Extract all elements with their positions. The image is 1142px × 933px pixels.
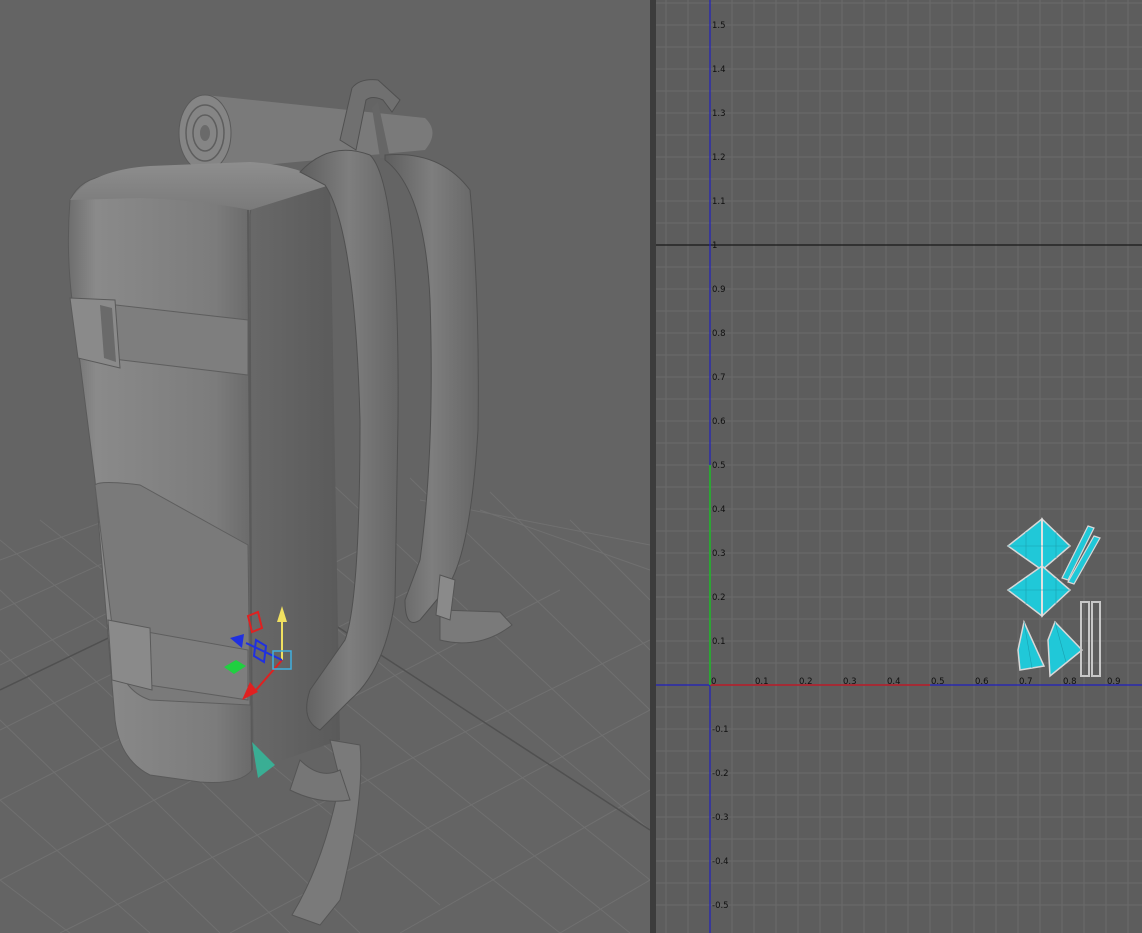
v-tick-label: 0.6 — [712, 417, 726, 427]
v-tick-label: 1 — [712, 241, 717, 251]
u-tick-label: 0.2 — [799, 677, 813, 687]
v-tick-label: 1.3 — [712, 109, 726, 119]
v-tick-label: -0.5 — [712, 901, 729, 911]
uv-shell-fans[interactable] — [1017, 619, 1084, 678]
v-tick-label: 0.3 — [712, 549, 726, 559]
v-tick-label: -0.2 — [712, 769, 729, 779]
uv-shell-diamond-bottom[interactable] — [1006, 564, 1072, 618]
v-tick-label: -0.3 — [712, 813, 729, 823]
v-tick-label: 0.1 — [712, 637, 726, 647]
u-tick-label: 0 — [711, 677, 716, 687]
u-tick-label: 0.4 — [887, 677, 901, 687]
u-tick-label: 0.5 — [931, 677, 945, 687]
shoulder-strap-inner — [384, 153, 479, 623]
v-tick-label: -0.1 — [712, 725, 729, 735]
uv-shell-diamond-top[interactable] — [1006, 517, 1072, 572]
v-tick-label: -0.4 — [712, 857, 729, 867]
u-tick-label: 0.1 — [755, 677, 769, 687]
uv-canvas[interactable]: 1.5 1.4 1.3 1.2 1.1 1 0.9 0.8 0.7 0.6 0.5 0.4 0.3 0.2… — [656, 0, 1142, 933]
v-tick-label: 0.2 — [712, 593, 726, 603]
v-tick-label: 1.1 — [712, 197, 726, 207]
v-tick-label: 0.8 — [712, 329, 726, 339]
u-tick-label: 0.9 — [1107, 677, 1121, 687]
v-tick-label: 1.2 — [712, 153, 726, 163]
u-tick-label: 0.3 — [843, 677, 857, 687]
uv-tick-labels: 1.5 1.4 1.3 1.2 1.1 1 0.9 0.8 0.7 0.6 0.5 0.4 0.3 0.2… — [711, 21, 1121, 911]
v-tick-label: 1.4 — [712, 65, 726, 75]
u-tick-label: 0.6 — [975, 677, 989, 687]
perspective-viewport[interactable] — [0, 0, 650, 933]
u-tick-label: 0.7 — [1019, 677, 1033, 687]
viewport-canvas[interactable] — [0, 0, 650, 933]
v-tick-label: 0.7 — [712, 373, 726, 383]
v-tick-label: 1.5 — [712, 21, 726, 31]
uv-grid — [656, 0, 1142, 933]
uv-editor[interactable]: 1.5 1.4 1.3 1.2 1.1 1 0.9 0.8 0.7 0.6 0.5 0.4 0.3 0.2… — [656, 0, 1142, 933]
v-tick-label: 0.5 — [712, 461, 726, 471]
v-tick-label: 0.4 — [712, 505, 726, 515]
v-tick-label: 0.9 — [712, 285, 726, 295]
u-tick-label: 0.8 — [1063, 677, 1077, 687]
uv-axes — [656, 0, 1142, 933]
